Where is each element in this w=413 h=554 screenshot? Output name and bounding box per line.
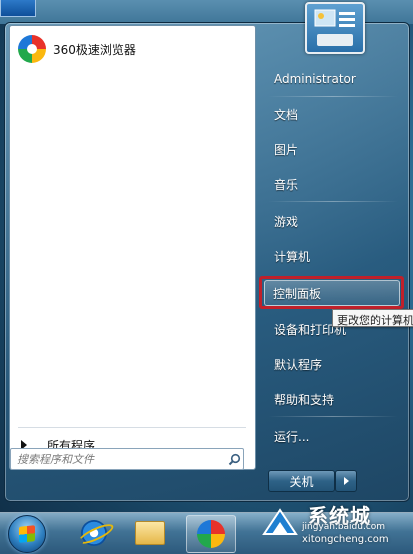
right-item-help-support[interactable]: 帮助和支持 [266,386,404,412]
start-button[interactable] [8,515,46,553]
right-item-games[interactable]: 游戏 [266,208,404,234]
chevron-right-icon [343,477,349,485]
360-browser-icon [18,35,46,63]
taskbar-internet-explorer[interactable] [70,515,118,551]
highlight-annotation-box [259,276,404,309]
right-divider [268,416,398,417]
pinned-program-360-browser[interactable]: 360极速浏览器 [14,32,250,66]
taskbar-360-browser[interactable] [186,515,236,553]
right-divider [268,96,398,97]
right-divider [268,201,398,202]
right-item-documents[interactable]: 文档 [266,101,404,127]
360-browser-icon [197,520,225,548]
pinned-program-label: 360极速浏览器 [53,42,136,57]
search-box [10,448,244,470]
right-item-default-programs[interactable]: 默认程序 [266,351,404,377]
right-item-run[interactable]: 运行... [266,423,404,449]
watermark-site: xitongcheng.com [302,534,389,545]
windows-logo-icon [19,525,35,543]
shutdown-options-button[interactable] [335,470,357,492]
right-item-pictures[interactable]: 图片 [266,136,404,162]
internet-explorer-icon [81,520,107,546]
right-item-administrator[interactable]: Administrator [266,66,404,92]
user-picture-icon[interactable] [305,2,365,54]
watermark-url: jingyan.baidu.com [302,522,386,532]
desktop-shortcut-icon[interactable] [0,0,36,17]
right-item-computer[interactable]: 计算机 [266,243,404,269]
watermark-logo-icon [262,508,298,535]
control-panel-tooltip: 更改您的计算机 [332,309,413,327]
left-pane-divider [18,427,246,428]
right-item-music[interactable]: 音乐 [266,171,404,197]
shutdown-button[interactable]: 关机 [268,470,335,492]
search-icon[interactable] [225,450,243,468]
folder-icon [135,521,165,545]
left-pane: 360极速浏览器 所有程序 [9,25,256,470]
site-watermark: 系统城 jingyan.baidu.com xitongcheng.com [258,498,412,550]
search-input[interactable] [11,450,225,468]
taskbar-file-explorer[interactable] [126,515,174,551]
